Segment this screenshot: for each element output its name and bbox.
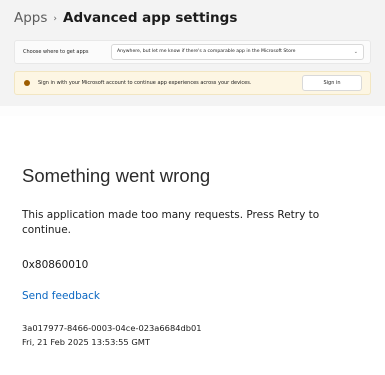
app-source-selected-value: Anywhere, but let me know if there's a c…: [117, 49, 296, 54]
app-source-setting-row: Choose where to get apps Anywhere, but l…: [14, 40, 371, 64]
breadcrumb: Apps › Advanced app settings: [14, 8, 237, 30]
error-message: This application made too many requests.…: [22, 209, 320, 236]
panel-divider: [0, 106, 385, 116]
warning-dot-icon: [24, 80, 30, 86]
error-code: 0x80860010: [22, 259, 89, 271]
error-title: Something went wrong: [22, 165, 211, 186]
page-title: Advanced app settings: [63, 10, 238, 26]
app-source-dropdown[interactable]: Anywhere, but let me know if there's a c…: [111, 44, 364, 60]
error-timestamp: Fri, 21 Feb 2025 13:53:55 GMT: [22, 337, 150, 347]
correlation-id: 3a017977-8466-0003-04ce-023a6684db01: [22, 323, 202, 333]
app-source-label: Choose where to get apps: [23, 49, 89, 55]
send-feedback-link[interactable]: Send feedback: [22, 290, 100, 302]
signin-message: Sign in with your Microsoft account to c…: [38, 80, 252, 86]
breadcrumb-separator-icon: ›: [53, 14, 58, 24]
signin-banner: Sign in with your Microsoft account to c…: [14, 71, 371, 95]
error-dialog: Something went wrong This application ma…: [0, 116, 385, 375]
breadcrumb-apps-link[interactable]: Apps: [14, 10, 47, 26]
signin-button[interactable]: Sign in: [302, 75, 362, 91]
chevron-down-icon: ⌄: [353, 49, 358, 55]
settings-panel: Apps › Advanced app settings Choose where …: [0, 0, 385, 106]
